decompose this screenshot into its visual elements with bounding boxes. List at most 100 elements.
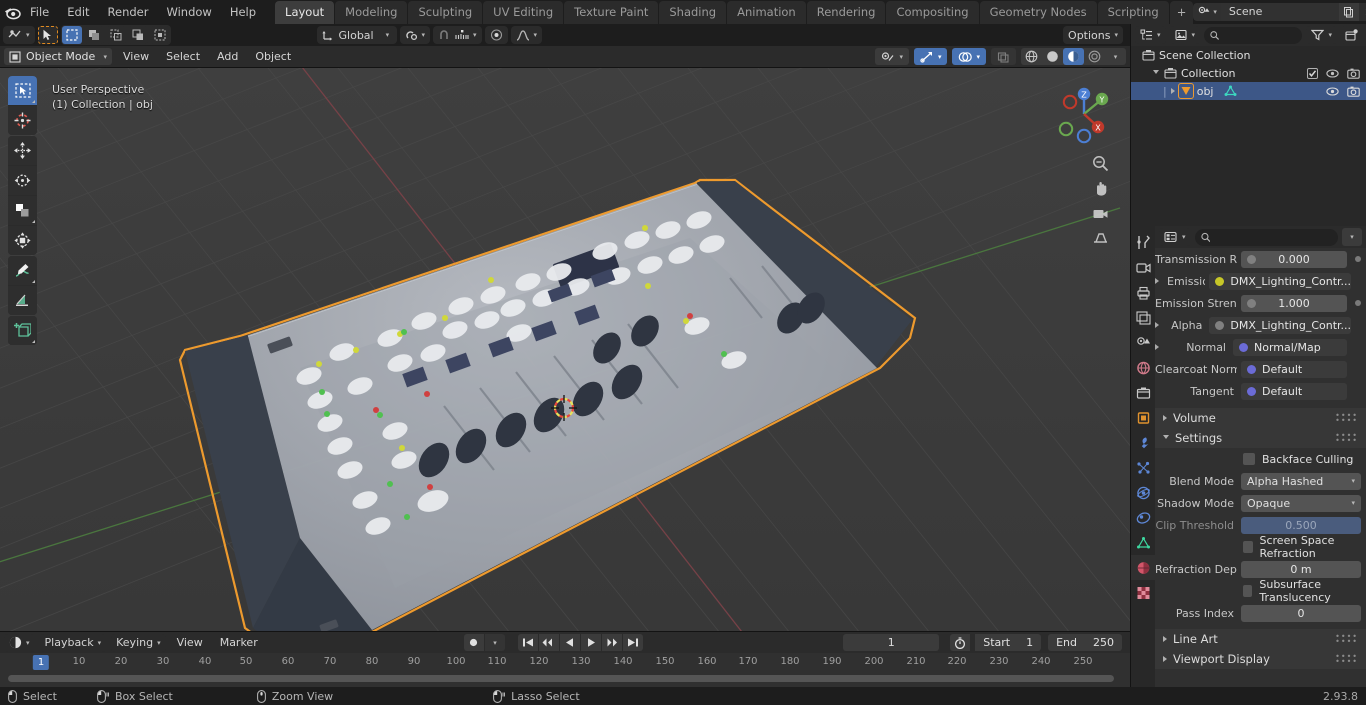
scene-tab-icon[interactable] — [1131, 330, 1155, 355]
texture-tab-icon[interactable] — [1131, 580, 1155, 605]
hand-move-icon[interactable] — [1091, 179, 1110, 198]
select-subtract-button[interactable] — [105, 26, 126, 44]
tab-geometry-nodes[interactable]: Geometry Nodes — [979, 1, 1097, 24]
timeline-editor-type[interactable]: ▾ — [4, 633, 35, 652]
tab-uv-editing[interactable]: UV Editing — [483, 1, 564, 24]
outliner-row-scene-collection[interactable]: Scene Collection — [1131, 46, 1366, 64]
use-preview-range-button[interactable] — [950, 634, 971, 651]
tab-shading[interactable]: Shading — [659, 1, 727, 24]
move-tool-button[interactable] — [8, 136, 37, 165]
properties-search-input[interactable] — [1194, 228, 1338, 246]
properties-editor-type[interactable]: ▾ — [1159, 228, 1191, 246]
shading-solid-button[interactable] — [1042, 48, 1063, 65]
play-button[interactable] — [580, 634, 601, 651]
world-tab-icon[interactable] — [1131, 355, 1155, 380]
select-box-button[interactable] — [61, 26, 82, 44]
add-workspace-button[interactable]: + — [1169, 1, 1194, 24]
add-cube-tool-button[interactable] — [8, 316, 37, 345]
camera-icon[interactable] — [1347, 68, 1360, 79]
shading-rendered-button[interactable] — [1084, 48, 1105, 65]
clip-threshold-slider[interactable]: 0.500 — [1241, 516, 1361, 534]
setting-subsurface-translucency[interactable]: Subsurface Translucency — [1155, 578, 1366, 604]
select-box-tool-button[interactable] — [8, 76, 37, 105]
end-frame-field[interactable]: End 250 — [1048, 634, 1123, 651]
playback-menu[interactable]: Playback ▾ — [39, 633, 107, 652]
select-invert-button[interactable] — [127, 26, 148, 44]
output-tab-icon[interactable] — [1131, 280, 1155, 305]
transmission-roughness-field[interactable]: 0.000 — [1241, 250, 1347, 268]
timeline-menu-marker[interactable]: Marker — [214, 634, 264, 651]
object-type-visibility-button[interactable]: ▾ — [875, 48, 909, 65]
jump-to-end-button[interactable] — [622, 634, 643, 651]
checkbox-icon[interactable] — [1243, 541, 1253, 553]
camera-icon[interactable] — [1347, 86, 1360, 97]
previous-keyframe-button[interactable] — [538, 634, 559, 651]
menu-file[interactable]: File — [21, 2, 58, 22]
shading-wireframe-button[interactable] — [1021, 48, 1042, 65]
menu-render[interactable]: Render — [99, 2, 158, 22]
checkbox-icon[interactable] — [1243, 585, 1253, 597]
transform-tool-button[interactable] — [8, 226, 37, 255]
tweak-tool-button[interactable] — [37, 26, 58, 44]
outliner-filter-button[interactable]: ▾ — [1306, 26, 1337, 44]
material-tab-icon[interactable] — [1131, 555, 1155, 580]
alpha-field[interactable]: DMX_Lighting_Contr... — [1209, 316, 1352, 334]
outliner-tree[interactable]: Scene Collection Collection | obj — [1131, 46, 1366, 226]
timeline-scrollbar[interactable] — [8, 675, 1114, 682]
play-reverse-button[interactable] — [559, 634, 580, 651]
object-mode-selector[interactable]: Object Mode ▾ — [4, 48, 112, 65]
shading-material-preview-button[interactable] — [1063, 48, 1084, 65]
data-tab-icon[interactable] — [1131, 530, 1155, 555]
scene-name[interactable]: Scene — [1220, 3, 1339, 21]
object-tab-icon[interactable] — [1131, 405, 1155, 430]
tool-tab-icon[interactable] — [1131, 230, 1155, 255]
auto-keying-button[interactable] — [463, 634, 484, 651]
eye-icon[interactable] — [1326, 86, 1339, 97]
ortho-persp-toggle-icon[interactable] — [1091, 229, 1110, 248]
tab-layout[interactable]: Layout — [275, 1, 335, 24]
snap-toggle[interactable]: ▾ — [399, 26, 431, 44]
jump-to-start-button[interactable] — [517, 634, 538, 651]
select-extend-button[interactable] — [83, 26, 104, 44]
options-button[interactable]: Options ▾ — [1063, 26, 1123, 44]
outliner-search-input[interactable] — [1204, 26, 1303, 44]
outliner-row-collection[interactable]: Collection — [1131, 64, 1366, 82]
setting-backface-culling[interactable]: Backface Culling — [1155, 448, 1366, 470]
panel-settings[interactable]: Settings •••• •••• — [1155, 428, 1366, 448]
new-scene-button[interactable] — [1338, 3, 1359, 21]
menu-window[interactable]: Window — [157, 2, 220, 22]
menu-help[interactable]: Help — [221, 2, 265, 22]
proportional-editing-toggle[interactable] — [484, 26, 508, 44]
chevron-right-icon[interactable] — [1155, 322, 1159, 328]
physics-tab-icon[interactable] — [1131, 480, 1155, 505]
unlink-scene-button[interactable]: ✕ — [1358, 3, 1366, 21]
timeline-scrollbar-thumb[interactable] — [8, 675, 1114, 682]
new-collection-button[interactable] — [1341, 26, 1362, 44]
emission-strength-field[interactable]: 1.000 — [1241, 294, 1347, 312]
cursor-tool-button[interactable] — [8, 106, 37, 135]
chevron-right-icon[interactable] — [1155, 344, 1159, 350]
start-frame-field[interactable]: Start 1 — [975, 634, 1042, 651]
render-tab-icon[interactable] — [1131, 255, 1155, 280]
proportional-falloff-selector[interactable]: ▾ — [510, 26, 543, 44]
tab-sculpting[interactable]: Sculpting — [408, 1, 483, 24]
panel-line-art[interactable]: Line Art •••• •••• — [1155, 629, 1366, 649]
normal-field[interactable]: Normal/Map — [1233, 338, 1347, 356]
scene-selector[interactable]: ▾ Scene ✕ — [1193, 3, 1366, 21]
overlays-toggle[interactable]: ▾ — [952, 48, 986, 65]
chevron-down-icon[interactable] — [1153, 69, 1159, 77]
blender-logo-icon[interactable] — [4, 1, 21, 23]
tab-scripting[interactable]: Scripting — [1097, 1, 1169, 24]
chevron-right-icon[interactable] — [1155, 278, 1159, 284]
timeline-body[interactable]: 1 10 20 30 40 50 60 70 80 90 100 110 120… — [0, 653, 1130, 687]
auto-keying-options[interactable]: ▾ — [484, 634, 505, 651]
checkbox-icon[interactable] — [1307, 67, 1318, 79]
camera-view-icon[interactable] — [1091, 204, 1110, 223]
menu-edit[interactable]: Edit — [58, 2, 98, 22]
viewport-menu-select[interactable]: Select — [160, 48, 206, 65]
measure-tool-button[interactable] — [8, 286, 37, 315]
tab-rendering[interactable]: Rendering — [806, 1, 886, 24]
clearcoat-normal-field[interactable]: Default — [1241, 360, 1347, 378]
zoom-icon[interactable] — [1091, 154, 1110, 173]
pass-index-field[interactable]: 0 — [1241, 604, 1361, 622]
